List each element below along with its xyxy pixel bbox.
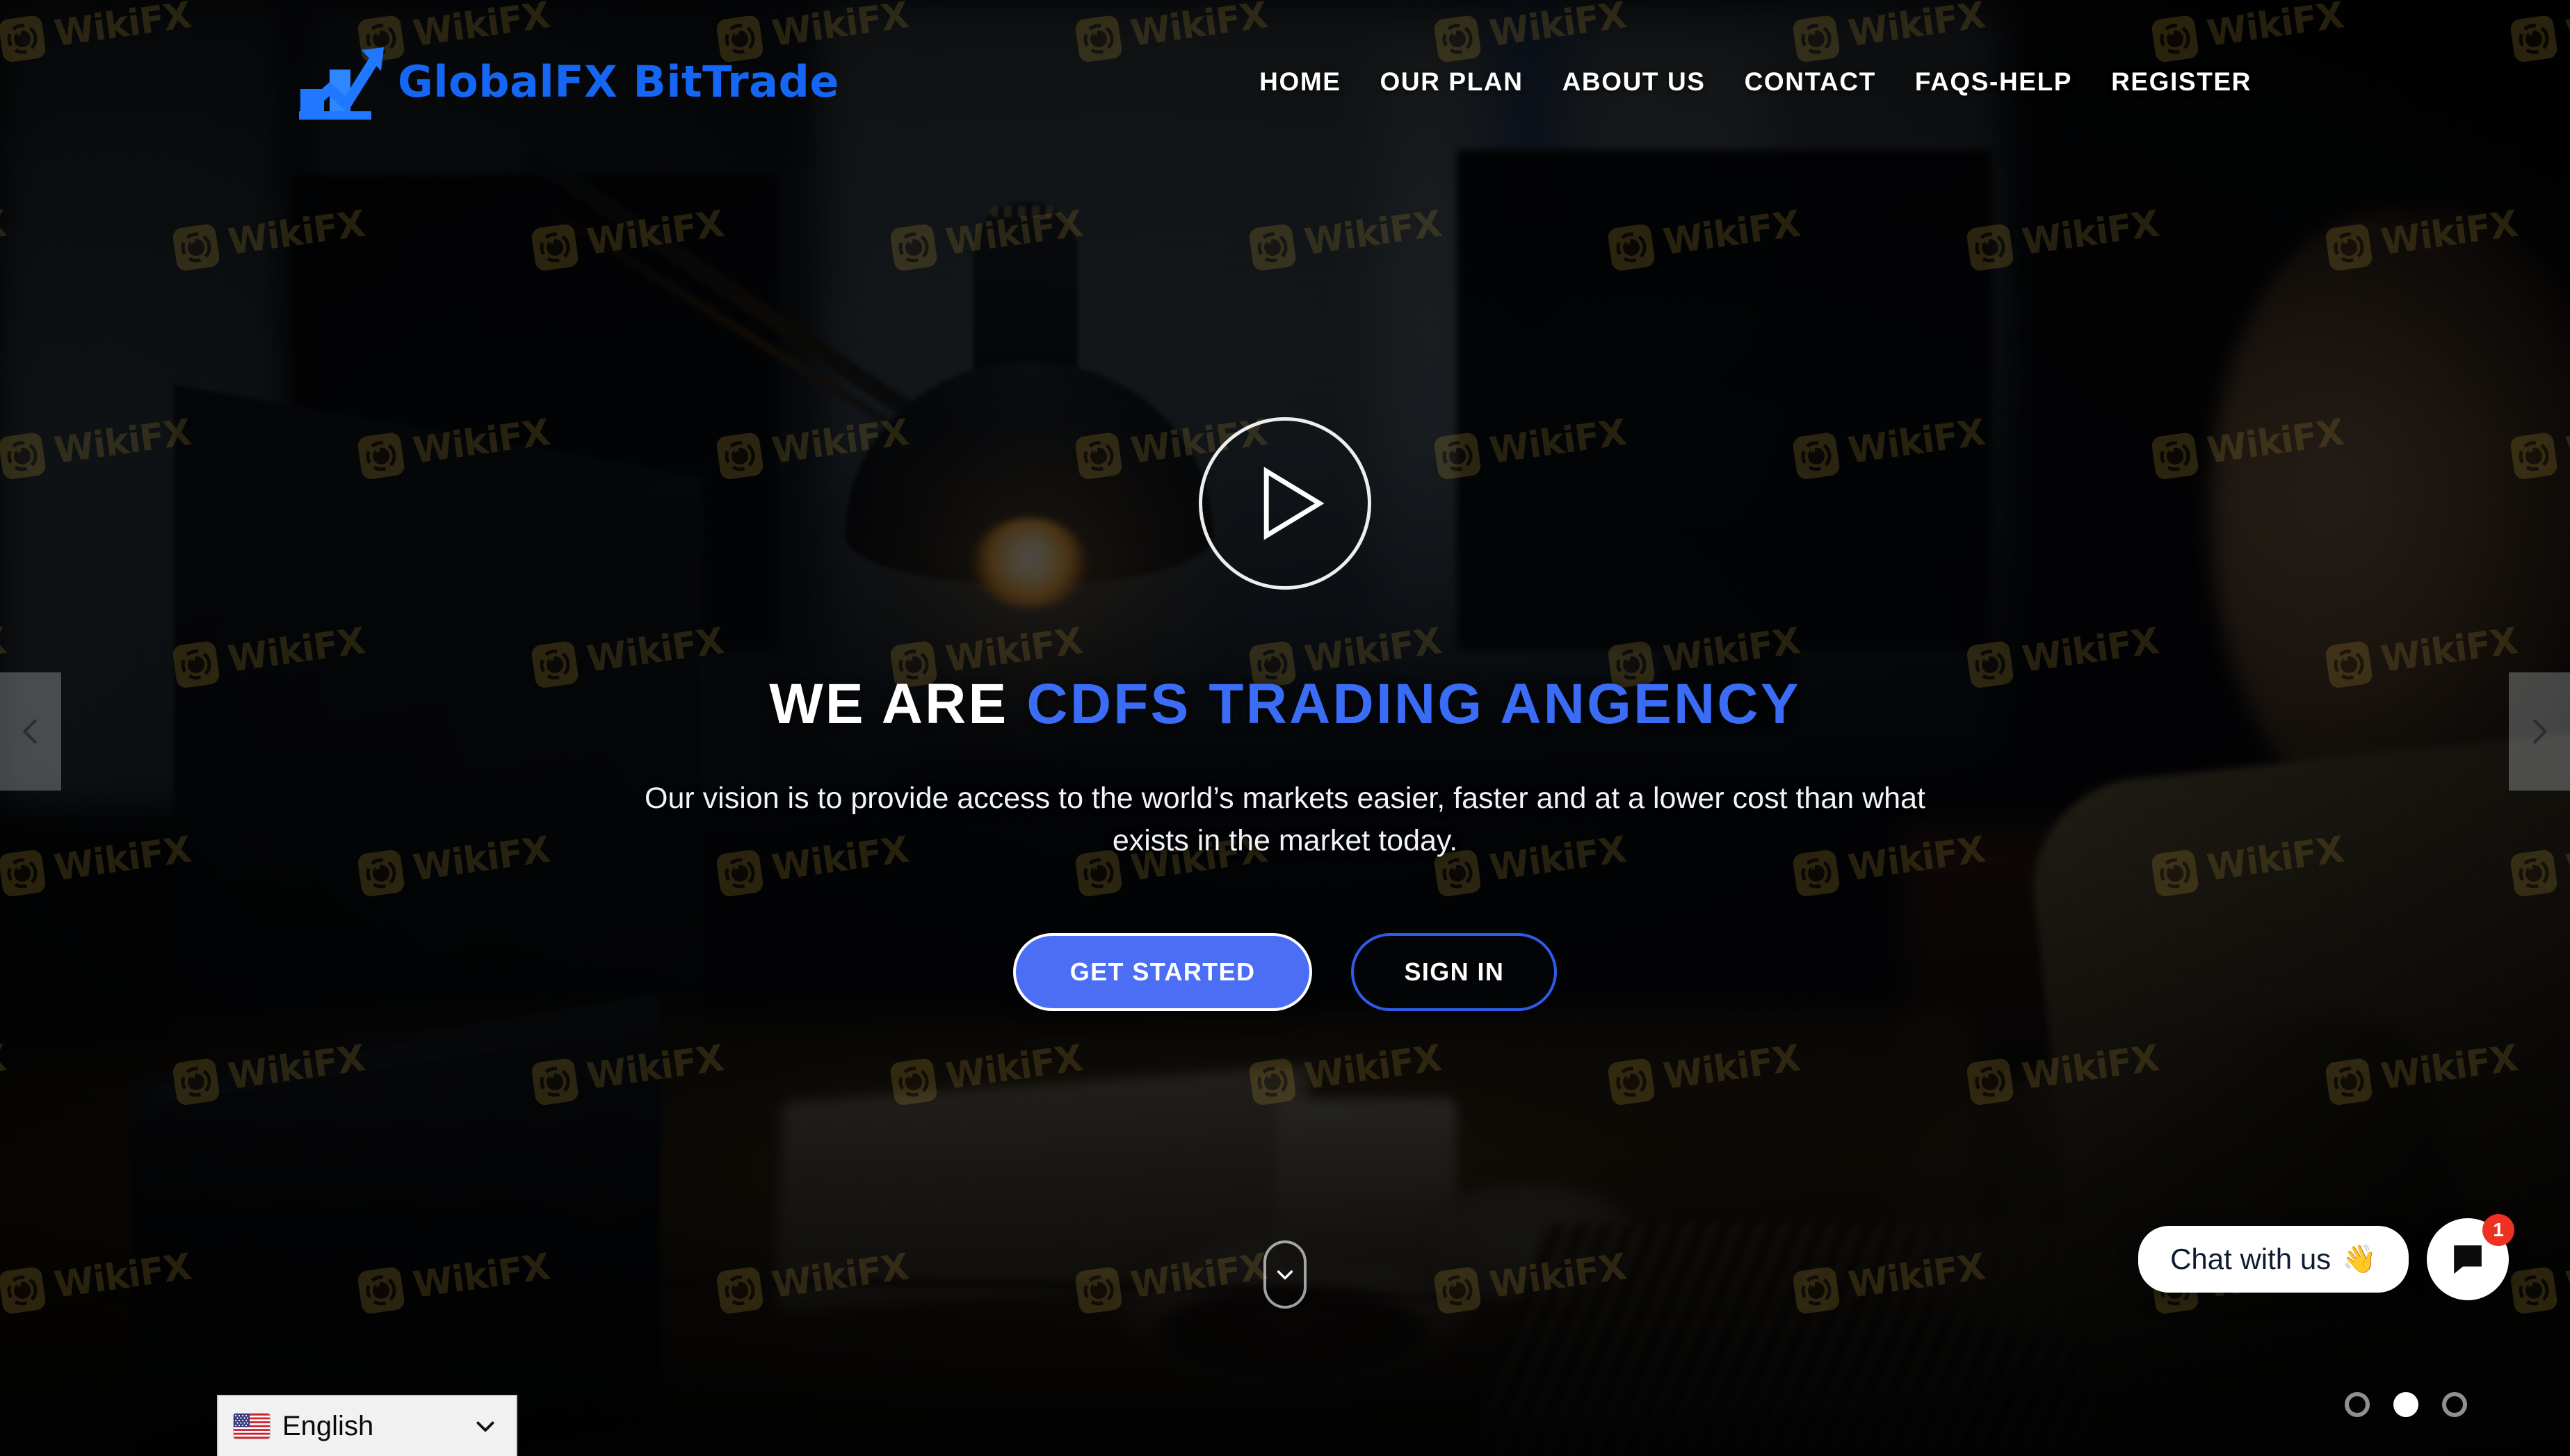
chat-unread-badge: 1 (2482, 1214, 2514, 1246)
carousel-dot-1[interactable] (2345, 1392, 2370, 1417)
nav-item-contact[interactable]: CONTACT (1725, 67, 1896, 97)
carousel-next-button[interactable] (2509, 672, 2570, 791)
scroll-down-indicator[interactable] (1263, 1240, 1307, 1309)
hero-title-lead: WE ARE (769, 672, 1027, 736)
chat-with-us-bubble[interactable]: Chat with us 👋 (2138, 1226, 2409, 1293)
hero-subtitle: Our vision is to provide access to the w… (645, 782, 1925, 858)
get-started-button[interactable]: GET STARTED (1012, 933, 1313, 1012)
us-flag-icon (234, 1414, 270, 1439)
chevron-left-icon (15, 715, 47, 747)
site-header: GlobalFX BitTrade HOME OUR PLAN ABOUT US… (0, 0, 2570, 164)
language-label: English (282, 1410, 374, 1441)
hero-content: WE ARE CDFS TRADING ANGENCY Our vision i… (0, 417, 2570, 1012)
play-triangle-icon (1239, 463, 1331, 544)
hero-section: WikiFX WikiFX WikiFX WikiFX WikiFX WikiFX Wiki… (0, 0, 2570, 1456)
waving-hand-icon: 👋 (2342, 1244, 2377, 1275)
main-navigation: HOME OUR PLAN ABOUT US CONTACT FAQS-HELP… (1240, 67, 2271, 97)
bar-chart-arrow-icon (299, 43, 391, 121)
page-title: WE ARE CDFS TRADING ANGENCY (769, 674, 1800, 734)
brand-logo[interactable]: GlobalFX BitTrade (299, 43, 839, 121)
chat-widget: Chat with us 👋 1 (2138, 1214, 2514, 1300)
nav-item-home[interactable]: HOME (1240, 67, 1360, 97)
chat-bubble-text: Chat with us (2170, 1243, 2331, 1275)
chat-launcher-button[interactable]: 1 (2427, 1214, 2514, 1300)
hero-title-accent: CDFS TRADING ANGENCY (1026, 672, 1801, 736)
video-play-button[interactable] (1199, 417, 1371, 590)
chat-bubble-icon (2448, 1240, 2487, 1279)
carousel-dot-3[interactable] (2442, 1392, 2467, 1417)
carousel-prev-button[interactable] (0, 672, 61, 791)
nav-item-our-plan[interactable]: OUR PLAN (1361, 67, 1543, 97)
carousel-dot-2[interactable] (2393, 1392, 2418, 1417)
language-selector[interactable]: English (217, 1395, 517, 1456)
nav-item-about-us[interactable]: ABOUT US (1543, 67, 1725, 97)
nav-item-register[interactable]: REGISTER (2092, 67, 2271, 97)
chevron-right-icon (2523, 715, 2555, 747)
carousel-dots (2345, 1392, 2467, 1417)
hero-actions: GET STARTED SIGN IN (1012, 933, 1558, 1012)
sign-in-button[interactable]: SIGN IN (1351, 933, 1558, 1012)
brand-name: GlobalFX BitTrade (398, 56, 839, 107)
nav-item-faqs-help[interactable]: FAQS-HELP (1896, 67, 2092, 97)
chevron-down-icon (473, 1414, 498, 1439)
chevron-down-icon (1274, 1263, 1296, 1286)
